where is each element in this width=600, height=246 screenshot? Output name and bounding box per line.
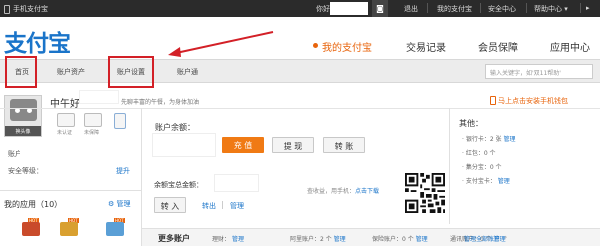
other-item-label: · 支付宝卡：	[462, 178, 496, 185]
topbar-divider	[427, 3, 428, 13]
security-center-link[interactable]: 安全中心	[488, 4, 516, 14]
yuebao-manage-link[interactable]: 管理	[230, 201, 244, 211]
subnav-account-assets[interactable]: 账户资产	[57, 67, 85, 77]
other-item-label: · 银行卡：2 张	[462, 136, 502, 143]
chevron-right-icon: ›	[504, 234, 507, 241]
verify-badge-icon[interactable]	[57, 113, 75, 127]
other-red-packets: · 红包：0 个	[462, 148, 496, 157]
other-item-label: · 集分宝：0 个	[462, 164, 502, 171]
mobile-alipay-link[interactable]: 手机支付宝	[4, 4, 48, 14]
column-divider	[141, 108, 142, 246]
yuebao-hint: 查收益，用手机：点击下载	[307, 186, 379, 195]
menu-chevron-icon[interactable]: ▸	[586, 4, 590, 12]
top-bar: 手机支付宝 你好 ◙ 退出 我的支付宝 安全中心 帮助中心 ▾ ▸	[0, 0, 600, 17]
bottom-item-wealth: 理财： 管理	[212, 234, 244, 243]
transfer-button[interactable]: 转 账	[323, 137, 365, 153]
other-title: 其他：	[459, 119, 483, 128]
transfer-in-button[interactable]: 转 入	[154, 197, 186, 213]
tab-transactions[interactable]: 交易记录	[406, 39, 446, 54]
other-alipay-card: · 支付宝卡： 管理	[462, 176, 510, 185]
help-center-menu[interactable]: 帮助中心 ▾	[534, 4, 568, 14]
yuebao-value-redacted	[214, 174, 259, 192]
bank-cards-manage-link[interactable]: 管理	[503, 136, 515, 143]
manage-all-accounts-link[interactable]: 管理全部账户	[464, 234, 500, 243]
apps-manage-link[interactable]: ⚙ 管理	[108, 199, 131, 209]
download-app-link[interactable]: 点击下载	[355, 188, 379, 195]
verify-badge-label: 未认证	[57, 130, 73, 136]
highlight-box-home	[5, 56, 37, 88]
yuebao-label: 余额宝总金额：	[154, 181, 203, 189]
topbar-divider	[580, 3, 581, 13]
other-jifenbao: · 集分宝：0 个	[462, 162, 502, 171]
bottom-item-insurance: 保险账户：0 个 管理	[372, 234, 428, 243]
security-level-label: 安全等级：	[8, 167, 43, 175]
insurance-manage-link[interactable]: 管理	[416, 236, 428, 243]
link-divider	[222, 201, 223, 209]
bottom-item-label: 保险账户：0 个	[372, 236, 414, 243]
protection-badge-icon[interactable]	[84, 113, 102, 127]
tab-my-alipay[interactable]: 我的支付宝	[322, 39, 372, 54]
profile-name-redacted	[79, 90, 119, 104]
subnav-account-link[interactable]: 账户通	[177, 67, 198, 77]
transfer-out-link[interactable]: 转出	[202, 201, 216, 211]
main-nav: 我的支付宝 交易记录 会员保障 应用中心	[0, 33, 600, 59]
topbar-greeting: 你好	[316, 5, 330, 13]
my-alipay-link[interactable]: 我的支付宝	[437, 4, 472, 14]
username-redacted	[330, 2, 368, 15]
gear-icon: ⚙	[108, 200, 115, 208]
install-wallet-link[interactable]: 马上点击安装手机钱包	[498, 96, 568, 106]
improve-security-link[interactable]: 提升	[116, 166, 130, 176]
avatar[interactable]: 换头像	[4, 95, 42, 137]
search-input[interactable]: 输入关键字，如'双11帮助'	[485, 64, 593, 79]
avatar-face	[10, 99, 37, 121]
tab-member-protection[interactable]: 会员保障	[478, 39, 518, 54]
yuebao-hint-text: 查收益，用手机：	[307, 188, 356, 195]
recharge-button[interactable]: 充 值	[222, 137, 264, 153]
withdraw-button[interactable]: 提 现	[272, 137, 314, 153]
balance-value-redacted	[152, 133, 216, 157]
active-tab-dot-icon	[313, 43, 318, 48]
highlight-box-settings	[108, 56, 154, 88]
apps-manage-label: 管理	[116, 200, 131, 208]
topbar-divider	[480, 3, 481, 13]
bottom-item-label: 理财：	[212, 236, 231, 243]
my-apps-title: 我的应用（10）	[4, 200, 63, 209]
app-icon[interactable]	[22, 222, 40, 236]
card-app-icon[interactable]	[60, 222, 78, 236]
notification-bell-icon[interactable]: ◙	[372, 0, 388, 17]
balance-label: 账户余额：	[155, 123, 195, 132]
wealth-manage-link[interactable]: 管理	[232, 236, 244, 243]
bottom-item-label: 阿里账户：2 个	[290, 236, 332, 243]
bottom-item-ali: 阿里账户：2 个 管理	[290, 234, 346, 243]
divider	[0, 190, 141, 191]
mobile-alipay-label: 手机支付宝	[13, 5, 48, 13]
tab-app-center[interactable]: 应用中心	[550, 39, 590, 54]
phone-icon	[490, 96, 496, 105]
phone-icon	[4, 4, 10, 14]
other-bank-cards: · 银行卡：2 张 管理	[462, 134, 515, 143]
topbar-divider	[526, 3, 527, 13]
alipay-card-manage-link[interactable]: 管理	[498, 178, 510, 185]
change-avatar-button[interactable]: 换头像	[5, 126, 41, 136]
profile-message: 先聊丰富的午餐，为身体加油	[121, 99, 200, 106]
column-divider	[449, 108, 450, 224]
bank-app-icon[interactable]	[106, 222, 124, 236]
sub-nav: 首页 账户资产 账户设置 账户通 输入关键字，如'双11帮助'	[0, 59, 600, 83]
profile-divider	[0, 108, 600, 109]
more-accounts-title: 更多账户	[158, 234, 190, 243]
other-item-label: · 红包：0 个	[462, 150, 496, 157]
logout-link[interactable]: 退出	[404, 4, 418, 14]
more-accounts-bar: 更多账户 理财： 管理 阿里账户：2 个 管理 保险账户：0 个 管理 通讯账户…	[142, 228, 600, 246]
ali-manage-link[interactable]: 管理	[334, 236, 346, 243]
mobile-badge-icon[interactable]	[114, 113, 126, 129]
protection-badge-label: 未保障	[84, 130, 100, 136]
qr-code-icon	[405, 173, 445, 213]
